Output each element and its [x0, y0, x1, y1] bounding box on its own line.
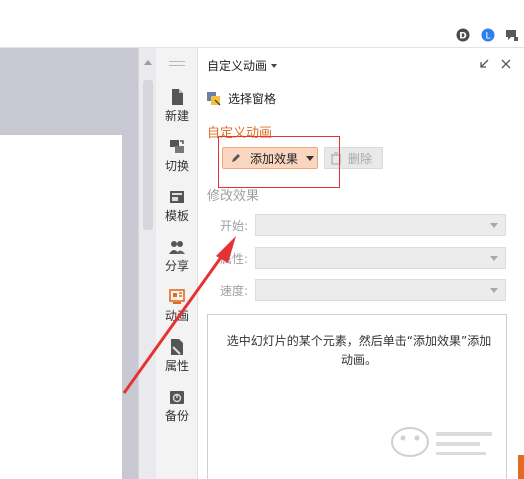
delete-label: 删除 [348, 151, 373, 166]
chevron-down-icon [271, 64, 278, 68]
task-pane-sidebar: 新建 切换 模板 分享 动画 属性 备份 [156, 48, 198, 479]
cloud-account-icon[interactable]: L [481, 28, 495, 42]
start-select[interactable] [255, 214, 506, 236]
annotation-highlight-box [218, 136, 340, 188]
properties-icon [171, 339, 183, 355]
scroll-thumb[interactable] [143, 80, 153, 230]
backup-icon [170, 391, 184, 404]
top-toolbar: D L [0, 0, 524, 48]
slide-workspace [0, 48, 138, 479]
sidebar-item-label: 新建 [164, 109, 189, 123]
switch-slides-icon [170, 140, 184, 153]
d-badge-icon[interactable]: D [456, 28, 470, 42]
sidebar-item-label: 动画 [164, 309, 189, 323]
vertical-scrollbar[interactable] [138, 48, 156, 479]
animation-icon [169, 289, 185, 304]
chevron-down-icon [490, 288, 498, 293]
speed-field: 速度: [220, 279, 506, 301]
speed-select[interactable] [255, 279, 506, 301]
collapse-pane-icon[interactable] [478, 58, 490, 70]
chevron-down-icon [490, 256, 498, 261]
svg-text:D: D [459, 32, 466, 42]
sidebar-item-label: 属性 [164, 359, 189, 373]
custom-animation-pane: 自定义动画 选择窗格 自定义动画 添加效果 删除 修改效果 开始: 属性: 速度… [198, 48, 524, 479]
sidebar-item-new[interactable]: 新建 [156, 88, 198, 134]
template-icon [170, 191, 184, 203]
pane-title-dropdown[interactable]: 自定义动画 [207, 57, 278, 74]
select-pane-label: 选择窗格 [228, 92, 277, 106]
sidebar-item-template[interactable]: 模板 [156, 188, 198, 234]
property-label: 属性: [220, 251, 249, 266]
sidebar-item-label: 分享 [164, 259, 189, 273]
speed-label: 速度: [220, 283, 249, 298]
accent-edge [518, 455, 524, 479]
sidebar-item-animation[interactable]: 动画 [156, 288, 198, 334]
sidebar-item-label: 切换 [164, 159, 189, 173]
sidebar-item-label: 模板 [164, 209, 189, 223]
sidebar-item-label: 备份 [164, 409, 189, 423]
start-label: 开始: [220, 218, 249, 233]
start-field: 开始: [220, 214, 506, 236]
scroll-up-icon[interactable] [144, 60, 152, 65]
sidebar-item-switch[interactable]: 切换 [156, 138, 198, 184]
svg-text:L: L [485, 32, 490, 42]
new-file-icon [172, 89, 183, 105]
share-icon [169, 241, 185, 254]
feedback-icon[interactable] [505, 28, 519, 42]
slide-canvas[interactable] [0, 135, 122, 479]
chevron-down-icon [490, 223, 498, 228]
property-select[interactable] [255, 247, 506, 269]
pane-title: 自定义动画 [207, 59, 268, 73]
sidebar-item-share[interactable]: 分享 [156, 238, 198, 284]
select-pane-button[interactable]: 选择窗格 [206, 90, 276, 107]
empty-hint-text: 选中幻灯片的某个元素，然后单击“添加效果”添加动画。 [226, 334, 492, 367]
grip-handle-icon[interactable] [169, 61, 185, 66]
property-field: 属性: [220, 247, 506, 269]
sidebar-item-properties[interactable]: 属性 [156, 338, 198, 384]
baidu-watermark-icon [388, 418, 498, 468]
close-icon[interactable] [500, 58, 512, 70]
selection-pane-icon [207, 91, 221, 105]
sidebar-item-backup[interactable]: 备份 [156, 388, 198, 434]
